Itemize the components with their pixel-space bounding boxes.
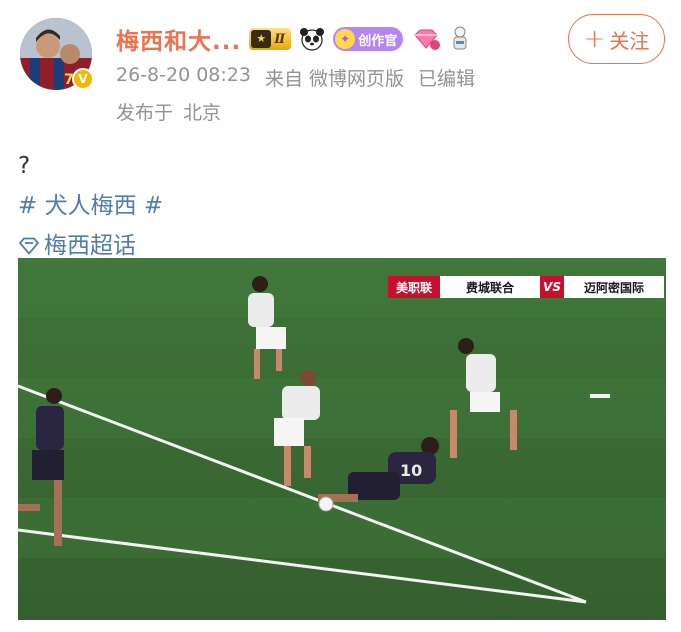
user-name[interactable]: 梅西和大... — [116, 22, 241, 56]
follow-button-label: 关注 — [609, 28, 650, 53]
post-text: ? — [18, 153, 31, 179]
plus-icon: + — [583, 24, 606, 54]
svg-text:10: 10 — [400, 461, 422, 480]
creator-badge-label: 创作官 — [358, 33, 398, 49]
post-meta: 26-8-20 08:23 来自 微博网页版 已编辑 — [116, 64, 475, 91]
soccer-pitch-image: 10 — [18, 258, 666, 620]
scoreboard-overlay: 美职联 费城联合 VS 迈阿密国际 — [388, 276, 665, 298]
name-row: 梅西和大... ★ Ⅱ ✦ 创作官 — [116, 22, 471, 56]
post-video-frame[interactable]: 10 美职联 费城联合 VS 迈阿密国际 — [18, 258, 666, 620]
post-content: ? # 犬人梅西 # 梅西超话 — [18, 146, 163, 266]
location-prefix: 发布于 — [116, 102, 174, 124]
level-badge-label: Ⅱ — [274, 31, 286, 47]
scoreboard-vs: VS — [540, 276, 565, 298]
scoreboard-away-team: 迈阿密国际 — [564, 276, 665, 298]
creator-badge[interactable]: ✦ 创作官 — [333, 27, 404, 51]
panda-icon[interactable] — [299, 26, 325, 52]
crown-icon: ★ — [251, 30, 272, 48]
scoreboard-league: 美职联 — [388, 276, 441, 298]
fan-icon[interactable] — [449, 25, 471, 53]
edited-label[interactable]: 已编辑 — [418, 64, 475, 91]
creator-icon: ✦ — [335, 29, 356, 49]
hashtag-link[interactable]: # 犬人梅西 # — [18, 193, 163, 219]
follow-button[interactable]: + 关注 — [568, 14, 665, 64]
post-source: 来自 微博网页版 — [264, 68, 404, 90]
scoreboard-home-team: 费城联合 — [440, 276, 541, 298]
post-timestamp[interactable]: 26-8-20 08:23 — [116, 64, 251, 91]
location-value: 北京 — [183, 102, 222, 124]
level-badge[interactable]: ★ Ⅱ — [249, 28, 292, 50]
weibo-post: 7 V 梅西和大... ★ Ⅱ ✦ 创作官 + 关注 26-8-20 08:23… — [0, 0, 681, 632]
post-location: 发布于 北京 — [116, 98, 221, 125]
diamond-badge-icon[interactable] — [411, 27, 441, 51]
diamond-icon — [18, 237, 40, 255]
verified-badge-icon: V — [72, 68, 94, 90]
